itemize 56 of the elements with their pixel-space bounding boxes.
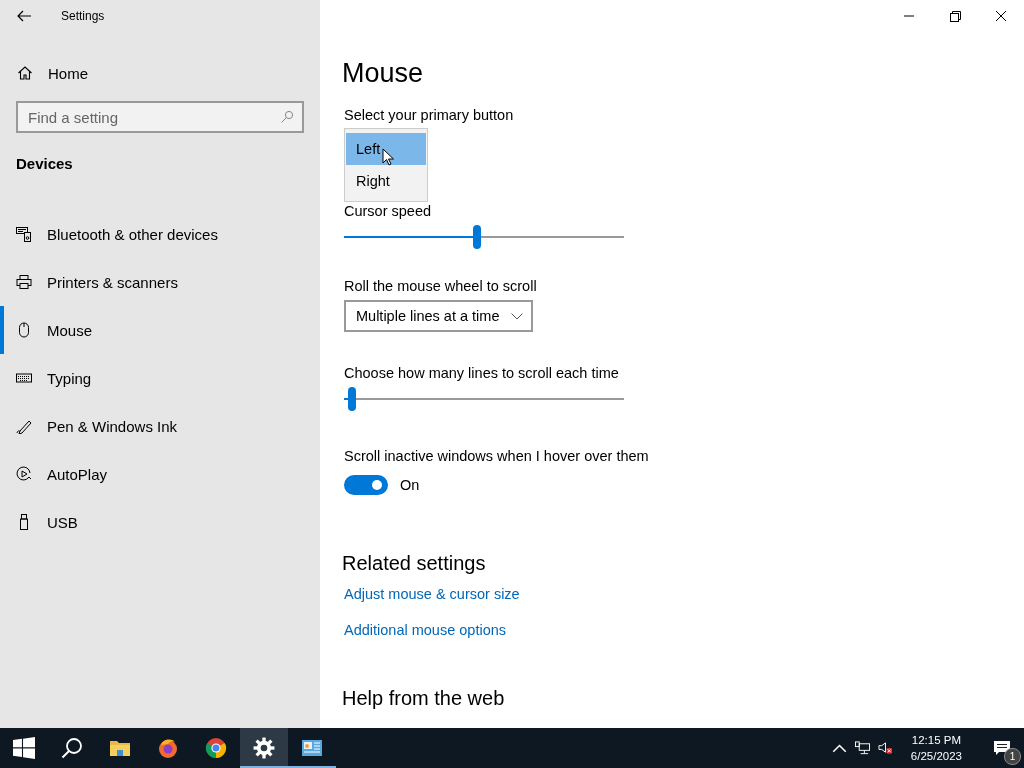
ring-browser-icon [205,737,227,759]
nav-item[interactable]: USB [0,498,320,546]
nav-item[interactable]: Bluetooth & other devices [0,210,320,258]
mouse-icon [16,322,32,338]
search-field[interactable]: Find a setting [16,101,304,133]
nav-item[interactable]: Pen & Windows Ink [0,402,320,450]
keyboard-icon [16,370,32,386]
nav-item[interactable]: Typing [0,354,320,402]
play-circle-icon [16,466,32,482]
section-heading: Related settings [342,551,486,575]
toggle-state: On [400,477,420,493]
setting-label: Select your primary button [344,106,514,124]
search-icon [280,110,294,124]
nav-item[interactable]: Printers & scanners [0,258,320,306]
chevron-up-icon[interactable] [831,741,847,755]
time-text: 12:15 PM [911,733,962,748]
section-heading: Devices [16,155,74,172]
printer-icon [16,274,32,290]
setting-label: Cursor speed [344,202,432,220]
page-title: Mouse [342,57,424,90]
notification-badge: 1 [1004,748,1021,765]
window-title: Settings [61,9,105,23]
taskbar-button[interactable] [240,728,288,768]
slider-thumb[interactable] [473,225,481,249]
date-text: 6/25/2023 [910,749,962,764]
volume-muted-icon[interactable] [877,741,893,755]
notifications-button[interactable]: 1 [980,728,1024,768]
setting-label: Scroll inactive windows when I hover over them [344,447,649,465]
back-icon[interactable] [16,8,32,24]
windows-logo-icon [13,737,35,759]
cursor-speed-slider[interactable] [344,225,624,249]
slider-thumb[interactable] [348,387,357,411]
keyboard-speaker-icon [16,226,32,242]
setting-label: Choose how many lines to scroll each time [344,364,619,382]
pen-icon [16,418,32,434]
mouse-pointer-icon [382,148,394,166]
toggle-switch[interactable] [344,475,388,495]
control-panel-icon [301,737,323,759]
clock[interactable]: 12:15 PM 6/25/2023 [900,732,972,764]
home-icon [17,65,33,81]
chevron-down-icon [511,312,524,320]
dropdown-option[interactable]: Right [346,165,426,197]
flame-browser-icon [157,737,179,759]
setting-label: Roll the mouse wheel to scroll [344,277,537,295]
settings-link[interactable]: Adjust mouse & cursor size [344,586,520,602]
notification-icon [993,740,1011,756]
settings-link[interactable]: Additional mouse options [344,622,507,638]
search-icon [61,737,83,759]
scroll-lines-slider[interactable] [344,387,624,411]
dropdown-option[interactable]: Left [346,133,426,165]
scroll-mode-dropdown[interactable]: Multiple lines at a time [344,300,534,332]
nav-item[interactable]: AutoPlay [0,450,320,498]
network-icon[interactable] [854,741,870,755]
home-link[interactable]: Home [0,56,320,90]
gear-icon [253,737,275,759]
section-heading: Help from the web [342,686,505,710]
